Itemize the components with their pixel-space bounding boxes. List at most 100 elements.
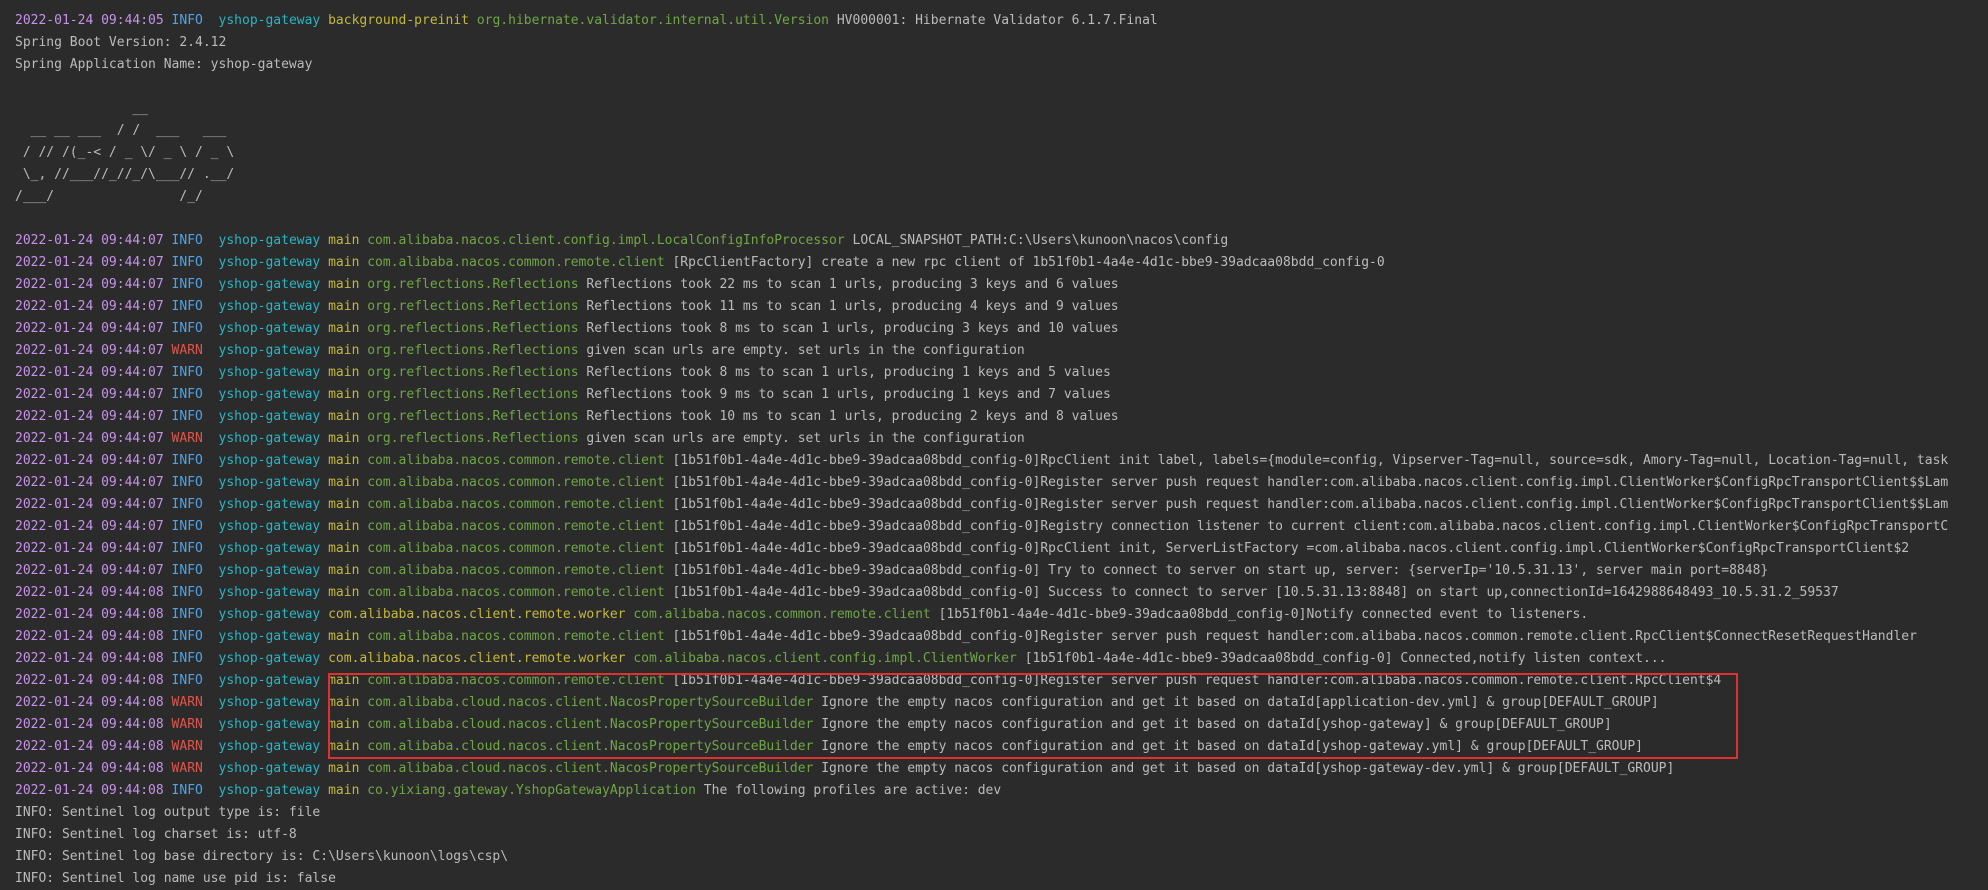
plain-text-line: Spring Boot Version: 2.4.12 — [15, 35, 227, 50]
log-message: [1b51f0b1-4a4e-4d1c-bbe9-39adcaa08bdd_co… — [672, 475, 1949, 490]
log-line: Spring Application Name: yshop-gateway — [15, 54, 1988, 76]
log-level: INFO — [171, 783, 203, 798]
log-logger: com.alibaba.nacos.common.remote.client — [367, 453, 665, 468]
log-logger: com.alibaba.nacos.common.remote.client — [367, 255, 665, 270]
log-line: 2022-01-24 09:44:07 INFO yshop-gateway m… — [15, 516, 1988, 538]
log-timestamp: 2022-01-24 09:44:07 — [15, 343, 164, 358]
console-output[interactable]: 2022-01-24 09:44:05 INFO yshop-gateway b… — [15, 10, 1988, 890]
log-thread: main — [328, 629, 360, 644]
log-message: HV000001: Hibernate Validator 6.1.7.Fina… — [836, 13, 1158, 28]
log-logger: org.reflections.Reflections — [367, 431, 579, 446]
log-thread: main — [328, 365, 360, 380]
log-timestamp: 2022-01-24 09:44:07 — [15, 519, 164, 534]
log-line: 2022-01-24 09:44:08 INFO yshop-gateway c… — [15, 604, 1988, 626]
log-timestamp: 2022-01-24 09:44:08 — [15, 761, 164, 776]
log-app-name: yshop-gateway — [218, 453, 321, 468]
log-level: INFO — [171, 585, 203, 600]
log-logger: org.reflections.Reflections — [367, 299, 579, 314]
log-level: INFO — [171, 409, 203, 424]
log-timestamp: 2022-01-24 09:44:08 — [15, 673, 164, 688]
log-timestamp: 2022-01-24 09:44:08 — [15, 585, 164, 600]
log-timestamp: 2022-01-24 09:44:07 — [15, 453, 164, 468]
log-timestamp: 2022-01-24 09:44:07 — [15, 321, 164, 336]
log-logger: org.reflections.Reflections — [367, 277, 579, 292]
log-message: LOCAL_SNAPSHOT_PATH:C:\Users\kunoon\naco… — [852, 233, 1229, 248]
log-line: 2022-01-24 09:44:07 INFO yshop-gateway m… — [15, 318, 1988, 340]
log-thread: background-preinit — [328, 13, 469, 28]
log-app-name: yshop-gateway — [218, 541, 321, 556]
log-level: INFO — [171, 387, 203, 402]
log-level: INFO — [171, 673, 203, 688]
log-timestamp: 2022-01-24 09:44:08 — [15, 739, 164, 754]
log-message: Reflections took 22 ms to scan 1 urls, p… — [586, 277, 1119, 292]
ascii-banner-line: __ — [15, 101, 149, 116]
log-level: WARN — [171, 343, 203, 358]
log-level: WARN — [171, 431, 203, 446]
log-message: [1b51f0b1-4a4e-4d1c-bbe9-39adcaa08bdd_co… — [1024, 651, 1667, 666]
log-message: [1b51f0b1-4a4e-4d1c-bbe9-39adcaa08bdd_co… — [672, 673, 1722, 688]
log-level: WARN — [171, 739, 203, 754]
log-timestamp: 2022-01-24 09:44:07 — [15, 563, 164, 578]
plain-text-line: INFO: Sentinel log base directory is: C:… — [15, 849, 509, 864]
log-logger: com.alibaba.nacos.common.remote.client — [633, 607, 931, 622]
ascii-banner-line: / // /(_-< / _ \/ _ \ / _ \ — [15, 145, 235, 160]
log-line: 2022-01-24 09:44:08 WARN yshop-gateway m… — [15, 758, 1988, 780]
log-line: 2022-01-24 09:44:07 INFO yshop-gateway m… — [15, 494, 1988, 516]
log-thread: main — [328, 255, 360, 270]
log-logger: com.alibaba.cloud.nacos.client.NacosProp… — [367, 739, 814, 754]
log-thread: main — [328, 761, 360, 776]
log-line: Spring Boot Version: 2.4.12 — [15, 32, 1988, 54]
log-thread: main — [328, 497, 360, 512]
log-line: 2022-01-24 09:44:08 INFO yshop-gateway m… — [15, 670, 1988, 692]
log-line: 2022-01-24 09:44:07 WARN yshop-gateway m… — [15, 340, 1988, 362]
log-level: INFO — [171, 365, 203, 380]
log-message: Reflections took 8 ms to scan 1 urls, pr… — [586, 321, 1119, 336]
log-message: [1b51f0b1-4a4e-4d1c-bbe9-39adcaa08bdd_co… — [672, 541, 1910, 556]
log-logger: com.alibaba.cloud.nacos.client.NacosProp… — [367, 717, 814, 732]
log-line: 2022-01-24 09:44:08 INFO yshop-gateway m… — [15, 780, 1988, 802]
log-line: 2022-01-24 09:44:05 INFO yshop-gateway b… — [15, 10, 1988, 32]
log-logger: com.alibaba.nacos.common.remote.client — [367, 673, 665, 688]
log-app-name: yshop-gateway — [218, 277, 321, 292]
log-app-name: yshop-gateway — [218, 695, 321, 710]
log-app-name: yshop-gateway — [218, 761, 321, 776]
log-message: Reflections took 9 ms to scan 1 urls, pr… — [586, 387, 1111, 402]
log-app-name: yshop-gateway — [218, 409, 321, 424]
log-message: given scan urls are empty. set urls in t… — [586, 343, 1025, 358]
log-logger: com.alibaba.nacos.common.remote.client — [367, 497, 665, 512]
log-thread: main — [328, 387, 360, 402]
log-line: __ — [15, 98, 1988, 120]
log-line: 2022-01-24 09:44:08 INFO yshop-gateway m… — [15, 626, 1988, 648]
log-message: Reflections took 10 ms to scan 1 urls, p… — [586, 409, 1119, 424]
log-line: 2022-01-24 09:44:07 INFO yshop-gateway m… — [15, 406, 1988, 428]
log-app-name: yshop-gateway — [218, 783, 321, 798]
log-logger: com.alibaba.nacos.common.remote.client — [367, 563, 665, 578]
ascii-banner-line: __ __ ___ / / ___ ___ — [15, 123, 227, 138]
log-thread: main — [328, 585, 360, 600]
log-app-name: yshop-gateway — [218, 299, 321, 314]
log-line: 2022-01-24 09:44:07 WARN yshop-gateway m… — [15, 428, 1988, 450]
log-line: 2022-01-24 09:44:08 WARN yshop-gateway m… — [15, 736, 1988, 758]
log-logger: com.alibaba.cloud.nacos.client.NacosProp… — [367, 695, 814, 710]
log-line: \_, //___//_//_/\___// .__/ — [15, 164, 1988, 186]
log-thread: main — [328, 233, 360, 248]
log-thread: main — [328, 563, 360, 578]
log-line: 2022-01-24 09:44:08 INFO yshop-gateway m… — [15, 582, 1988, 604]
log-thread: main — [328, 321, 360, 336]
log-timestamp: 2022-01-24 09:44:07 — [15, 255, 164, 270]
log-thread: main — [328, 277, 360, 292]
log-thread: main — [328, 783, 360, 798]
log-line: 2022-01-24 09:44:07 INFO yshop-gateway m… — [15, 384, 1988, 406]
log-level: INFO — [171, 497, 203, 512]
log-level: INFO — [171, 475, 203, 490]
log-logger: com.alibaba.nacos.common.remote.client — [367, 585, 665, 600]
log-message: [1b51f0b1-4a4e-4d1c-bbe9-39adcaa08bdd_co… — [672, 453, 1949, 468]
log-thread: main — [328, 739, 360, 754]
log-message: [RpcClientFactory] create a new rpc clie… — [672, 255, 1385, 270]
log-line: 2022-01-24 09:44:07 INFO yshop-gateway m… — [15, 274, 1988, 296]
log-timestamp: 2022-01-24 09:44:07 — [15, 387, 164, 402]
log-logger: org.reflections.Reflections — [367, 387, 579, 402]
log-logger: com.alibaba.nacos.client.config.impl.Loc… — [367, 233, 845, 248]
